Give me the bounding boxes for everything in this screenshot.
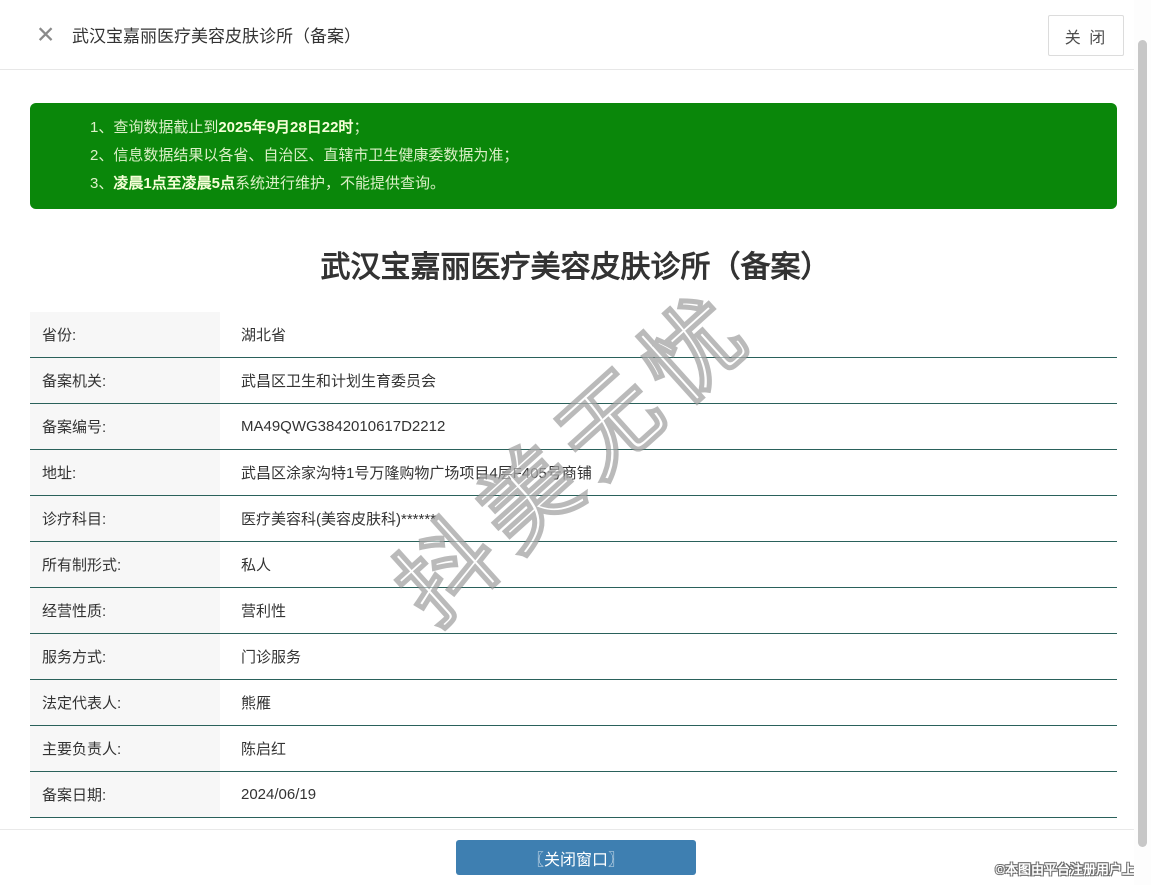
row-label: 所有制形式: bbox=[30, 542, 220, 587]
row-value: MA49QWG3842010617D2212 bbox=[220, 404, 1117, 449]
notice-box: 1、查询数据截止到2025年9月28日22时； 2、信息数据结果以各省、自治区、… bbox=[30, 103, 1117, 209]
notice-line-3: 3、凌晨1点至凌晨5点系统进行维护，不能提供查询。 bbox=[90, 170, 1097, 198]
notice-line-2: 2、信息数据结果以各省、自治区、直辖市卫生健康委数据为准； bbox=[90, 142, 1097, 170]
row-label: 服务方式: bbox=[30, 634, 220, 679]
notice-bold-text: 凌晨1点至凌晨5点 bbox=[113, 175, 235, 192]
row-value: 2024/06/19 bbox=[220, 772, 1117, 817]
row-label: 备案编号: bbox=[30, 404, 220, 449]
table-row: 省份: 湖北省 bbox=[30, 312, 1117, 358]
table-row: 备案机关: 武昌区卫生和计划生育委员会 bbox=[30, 358, 1117, 404]
row-value: 医疗美容科(美容皮肤科)****** bbox=[220, 496, 1117, 541]
row-value: 湖北省 bbox=[220, 312, 1117, 357]
table-row: 法定代表人: 熊雁 bbox=[30, 680, 1117, 726]
notice-bold-text: 2025年9月28日22时 bbox=[218, 119, 353, 136]
row-value: 武昌区涂家沟特1号万隆购物广场项目4层F405号商铺 bbox=[220, 450, 1117, 495]
notice-text: 1、查询数据截止到 bbox=[90, 119, 218, 136]
row-label: 省份: bbox=[30, 312, 220, 357]
info-table: 省份: 湖北省 备案机关: 武昌区卫生和计划生育委员会 备案编号: MA49QW… bbox=[30, 312, 1117, 818]
table-row: 主要负责人: 陈启红 bbox=[30, 726, 1117, 772]
row-value: 营利性 bbox=[220, 588, 1117, 633]
close-x-icon[interactable]: ✕ bbox=[36, 23, 55, 46]
notice-text: ； bbox=[353, 119, 368, 136]
close-window-button[interactable]: 〖关闭窗口〗 bbox=[456, 840, 696, 875]
table-row: 备案日期: 2024/06/19 bbox=[30, 772, 1117, 818]
scrollbar[interactable] bbox=[1134, 0, 1151, 885]
title-bar: ✕ 武汉宝嘉丽医疗美容皮肤诊所（备案） 关 闭 bbox=[0, 0, 1151, 70]
notice-text: 2、信息数据结果以各省、自治区、直辖市卫生健康委数据为准； bbox=[90, 147, 518, 164]
row-label: 主要负责人: bbox=[30, 726, 220, 771]
row-value: 门诊服务 bbox=[220, 634, 1117, 679]
image-credit: ©本图由平台注册用户上传 bbox=[995, 859, 1148, 878]
table-row: 备案编号: MA49QWG3842010617D2212 bbox=[30, 404, 1117, 450]
notice-line-1: 1、查询数据截止到2025年9月28日22时； bbox=[90, 114, 1097, 142]
row-value: 陈启红 bbox=[220, 726, 1117, 771]
table-row: 经营性质: 营利性 bbox=[30, 588, 1117, 634]
row-value: 熊雁 bbox=[220, 680, 1117, 725]
table-row: 服务方式: 门诊服务 bbox=[30, 634, 1117, 680]
scrollbar-thumb[interactable] bbox=[1138, 40, 1147, 847]
row-value: 武昌区卫生和计划生育委员会 bbox=[220, 358, 1117, 403]
table-row: 诊疗科目: 医疗美容科(美容皮肤科)****** bbox=[30, 496, 1117, 542]
notice-text: 系统进行维护，不能提供查询。 bbox=[235, 175, 445, 192]
notice-text: 3、 bbox=[90, 175, 113, 192]
close-button[interactable]: 关 闭 bbox=[1048, 15, 1124, 56]
footer-divider bbox=[0, 829, 1151, 830]
row-label: 经营性质: bbox=[30, 588, 220, 633]
window-title: 武汉宝嘉丽医疗美容皮肤诊所（备案） bbox=[72, 22, 361, 47]
row-label: 备案日期: bbox=[30, 772, 220, 817]
row-value: 私人 bbox=[220, 542, 1117, 587]
page-title: 武汉宝嘉丽医疗美容皮肤诊所（备案） bbox=[0, 242, 1151, 286]
row-label: 地址: bbox=[30, 450, 220, 495]
row-label: 法定代表人: bbox=[30, 680, 220, 725]
row-label: 备案机关: bbox=[30, 358, 220, 403]
table-row: 所有制形式: 私人 bbox=[30, 542, 1117, 588]
table-row: 地址: 武昌区涂家沟特1号万隆购物广场项目4层F405号商铺 bbox=[30, 450, 1117, 496]
row-label: 诊疗科目: bbox=[30, 496, 220, 541]
